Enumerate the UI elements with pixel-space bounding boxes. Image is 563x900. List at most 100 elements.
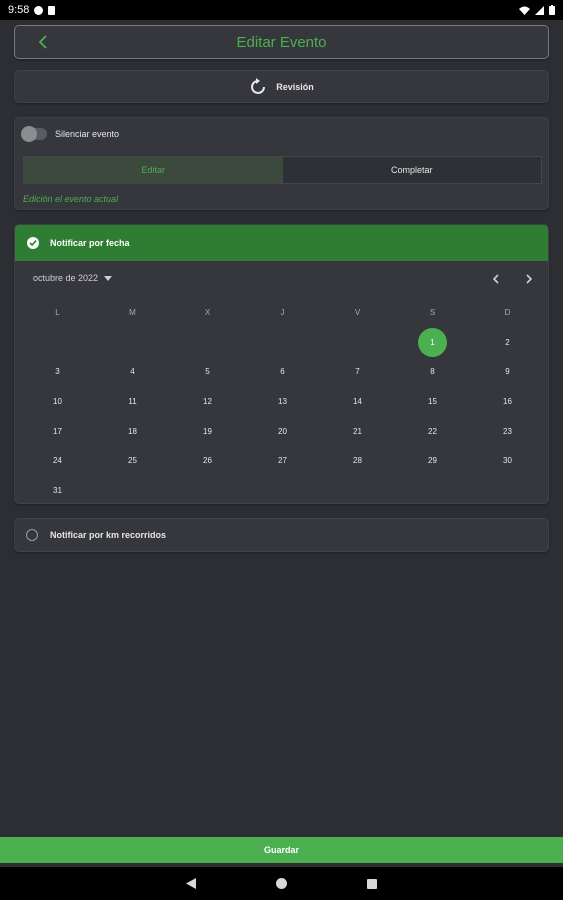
calendar-empty-cell xyxy=(95,328,170,358)
calendar-day[interactable]: 30 xyxy=(470,446,545,476)
calendar-day[interactable]: 26 xyxy=(170,446,245,476)
calendar-day[interactable]: 7 xyxy=(320,357,395,387)
calendar-day[interactable]: 18 xyxy=(95,416,170,446)
calendar-day[interactable]: 16 xyxy=(470,387,545,417)
calendar-week: 24 25 26 27 28 29 30 xyxy=(20,446,545,476)
calendar-empty-cell xyxy=(20,328,95,358)
calendar-day[interactable]: 13 xyxy=(245,387,320,417)
calendar-day[interactable]: 2 xyxy=(470,328,545,358)
calendar-empty-cell xyxy=(320,328,395,358)
calendar-empty-cell xyxy=(470,476,545,503)
caret-down-icon xyxy=(104,275,113,281)
calendar-day[interactable]: 29 xyxy=(395,446,470,476)
back-button[interactable] xyxy=(33,32,53,52)
month-label: octubre de 2022 xyxy=(33,273,99,283)
calendar-week: 12 xyxy=(20,327,545,358)
calendar-day[interactable]: 15 xyxy=(395,387,470,417)
calendar-week: 31 xyxy=(20,476,545,503)
prev-month-button[interactable] xyxy=(487,271,503,287)
mute-toggle[interactable] xyxy=(21,126,47,142)
save-button[interactable]: Guardar xyxy=(0,837,563,863)
calendar-day[interactable]: 28 xyxy=(320,446,395,476)
month-selector[interactable]: octubre de 2022 xyxy=(33,273,113,283)
weekday-label: X xyxy=(204,308,211,318)
chevron-right-icon xyxy=(525,274,532,284)
calendar-day[interactable]: 17 xyxy=(20,416,95,446)
calendar-day[interactable]: 22 xyxy=(395,416,470,446)
calendar-week: 17 18 19 20 21 22 23 xyxy=(20,416,545,446)
calendar-day[interactable]: 8 xyxy=(395,357,470,387)
app-bar: Editar Evento xyxy=(14,25,549,59)
calendar-grid: L M X J V S D 1 2 3 4 5 6 7 8 9 10 11 12 13 14 15 16 17 18 19 20 21… xyxy=(20,298,545,503)
notification-icon xyxy=(34,5,44,15)
event-card: Silenciar evento Editar Completar Edició… xyxy=(14,117,549,210)
calendar-empty-cell xyxy=(170,328,245,358)
tab-edit[interactable]: Editar xyxy=(24,157,283,183)
page-title: Editar Evento xyxy=(236,33,327,51)
selected-day: 1 xyxy=(418,327,447,357)
mute-label: Silenciar evento xyxy=(55,129,120,139)
notify-km-radio[interactable] xyxy=(26,529,38,541)
calendar-day[interactable]: 6 xyxy=(245,357,320,387)
calendar-day[interactable]: 23 xyxy=(470,416,545,446)
revision-button[interactable]: Revisión xyxy=(14,70,549,103)
battery-icon xyxy=(549,5,555,15)
calendar-empty-cell xyxy=(245,328,320,358)
notify-date-header[interactable]: Notificar por fecha xyxy=(15,225,548,261)
calendar-empty-cell xyxy=(170,476,245,503)
calendar-day[interactable]: 5 xyxy=(170,357,245,387)
sim-card-icon xyxy=(48,5,56,15)
chevron-left-icon xyxy=(38,35,47,49)
weekday-label: D xyxy=(504,308,511,318)
calendar-day[interactable]: 1 xyxy=(395,327,470,358)
calendar-day[interactable]: 31 xyxy=(20,476,95,503)
calendar-day[interactable]: 11 xyxy=(95,387,170,417)
revision-label: Revisión xyxy=(276,81,314,92)
weekday-label: S xyxy=(429,308,436,318)
tab-complete[interactable]: Completar xyxy=(282,157,541,183)
weekday-label: M xyxy=(129,308,136,318)
notify-date-card: Notificar por fecha octubre de 2022 L M X J… xyxy=(14,224,549,504)
system-nav-bar xyxy=(0,867,563,900)
notify-km-row[interactable]: Notificar por km recorridos xyxy=(14,518,549,552)
calendar-day[interactable]: 14 xyxy=(320,387,395,417)
calendar-day[interactable]: 12 xyxy=(170,387,245,417)
calendar-day[interactable]: 19 xyxy=(170,416,245,446)
next-month-button[interactable] xyxy=(521,271,537,287)
calendar-week: 10 11 12 13 14 15 16 xyxy=(20,387,545,417)
refresh-icon xyxy=(251,77,266,94)
calendar-day[interactable]: 3 xyxy=(20,357,95,387)
calendar-week: 3456789 xyxy=(20,357,545,387)
notify-date-label: Notificar por fecha xyxy=(50,238,130,248)
home-nav-icon[interactable] xyxy=(276,878,287,889)
calendar-day[interactable]: 27 xyxy=(245,446,320,476)
weekday-label: V xyxy=(354,308,361,318)
back-nav-icon[interactable] xyxy=(186,878,196,889)
status-bar: 9:58 xyxy=(0,0,563,20)
mute-toggle-row: Silenciar evento xyxy=(21,126,120,142)
weekday-header: LMXJVSD xyxy=(20,298,545,328)
chevron-left-icon xyxy=(492,274,499,284)
weekday-label: J xyxy=(280,308,285,318)
toggle-knob xyxy=(21,126,37,142)
calendar-empty-cell xyxy=(320,476,395,503)
weekday-label: L xyxy=(55,308,60,318)
calendar-day[interactable]: 4 xyxy=(95,357,170,387)
signal-icon xyxy=(535,5,544,15)
calendar-empty-cell xyxy=(95,476,170,503)
recents-nav-icon[interactable] xyxy=(367,878,377,889)
calendar-day[interactable]: 25 xyxy=(95,446,170,476)
calendar-empty-cell xyxy=(395,476,470,503)
calendar-empty-cell xyxy=(245,476,320,503)
notify-km-label: Notificar por km recorridos xyxy=(50,530,167,540)
wifi-icon xyxy=(519,6,530,15)
calendar-day[interactable]: 9 xyxy=(470,357,545,387)
calendar-day[interactable]: 21 xyxy=(320,416,395,446)
check-icon[interactable] xyxy=(27,237,39,249)
edit-hint: Edición el evento actual xyxy=(23,194,119,204)
mode-tabs: Editar Completar xyxy=(23,156,542,184)
calendar-day[interactable]: 20 xyxy=(245,416,320,446)
calendar-day[interactable]: 10 xyxy=(20,387,95,417)
calendar-day[interactable]: 24 xyxy=(20,446,95,476)
status-time: 9:58 xyxy=(8,4,30,16)
